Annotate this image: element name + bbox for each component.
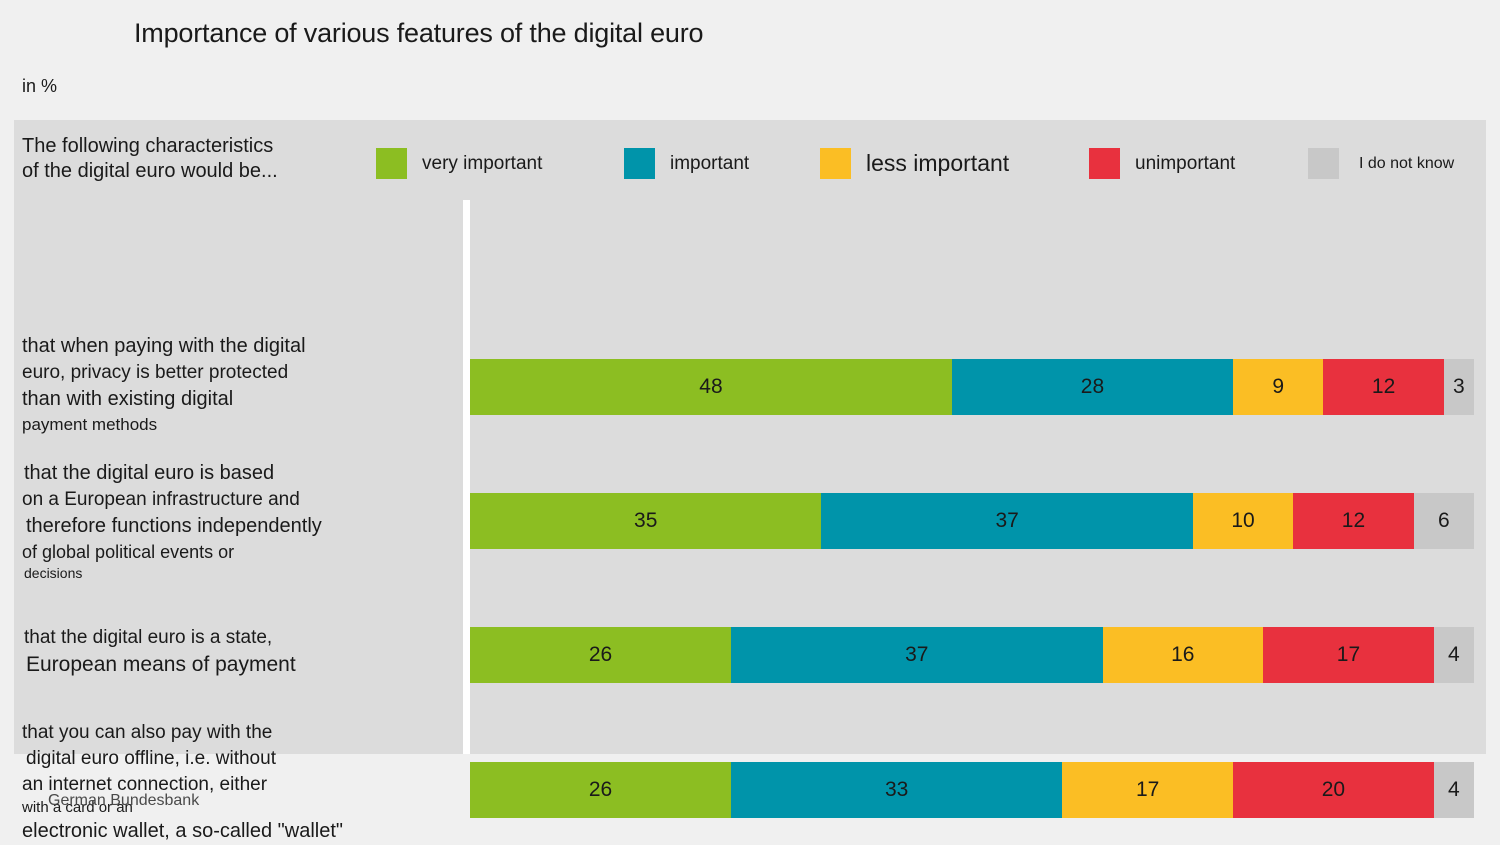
bar-segment-unimportant[interactable]: 12 (1323, 359, 1444, 415)
row-label-line: payment methods (22, 415, 158, 434)
chart-title: Importance of various features of the di… (134, 18, 704, 48)
bar-segment-less-important[interactable]: 9 (1233, 359, 1324, 415)
axis-divider (463, 200, 470, 754)
chart-legend: very important important less important … (376, 148, 1476, 188)
stacked-bar: 35 37 10 12 6 (470, 493, 1474, 549)
legend-item-important[interactable]: important (624, 148, 749, 179)
row-label: that when paying with the digital euro, p… (22, 333, 462, 436)
bar-segment-very-important[interactable]: 26 (470, 762, 732, 818)
legend-label-very-important: very important (422, 152, 543, 174)
row-label-line: that when paying with the digital (22, 335, 306, 357)
bar-segment-unimportant[interactable]: 20 (1233, 762, 1434, 818)
row-label: that the digital euro is a state, Europea… (22, 625, 462, 679)
legend-swatch-less-important (820, 148, 851, 179)
bar-segment-i-do-not-know[interactable]: 6 (1413, 493, 1474, 549)
legend-swatch-unimportant (1089, 148, 1120, 179)
row-label-line: electronic wallet, a so-called "wallet" (22, 820, 344, 842)
bar-segment-important[interactable]: 33 (731, 762, 1063, 818)
bar-segment-i-do-not-know[interactable]: 3 (1443, 359, 1474, 415)
stacked-bar: 26 37 16 17 4 (470, 627, 1474, 683)
bar-segment-less-important[interactable]: 10 (1192, 493, 1294, 549)
bar-segment-less-important[interactable]: 16 (1102, 627, 1264, 683)
legend-swatch-do-not-know (1308, 148, 1339, 179)
bar-segment-unimportant[interactable]: 17 (1263, 627, 1434, 683)
bar-segment-important[interactable]: 28 (951, 359, 1234, 415)
bar-segment-important[interactable]: 37 (821, 493, 1193, 549)
legend-item-do-not-know[interactable]: I do not know (1308, 148, 1454, 179)
bar-segment-i-do-not-know[interactable]: 4 (1433, 627, 1474, 683)
legend-label-important: important (670, 152, 750, 174)
stacked-bar: 48 28 9 12 3 (470, 359, 1474, 415)
row-label-line: euro, privacy is better protected (22, 362, 289, 383)
bar-segment-very-important[interactable]: 26 (470, 627, 732, 683)
legend-label-less-important: less important (866, 150, 1010, 176)
row-label-line: that the digital euro is based (24, 462, 275, 484)
bar-segment-very-important[interactable]: 35 (470, 493, 822, 549)
row-label-line: on a European infrastructure and (22, 489, 300, 510)
legend-item-less-important[interactable]: less important (820, 148, 1009, 179)
bar-segment-very-important[interactable]: 48 (470, 359, 952, 415)
bar-segment-important[interactable]: 37 (731, 627, 1103, 683)
row-label-line: European means of payment (26, 653, 296, 676)
row-label-line: therefore functions independently (26, 515, 322, 537)
legend-intro-text: The following characteristics of the dig… (22, 135, 278, 182)
bar-segment-less-important[interactable]: 17 (1062, 762, 1234, 818)
row-label-line: that you can also pay with the (22, 722, 273, 743)
legend-item-very-important[interactable]: very important (376, 148, 542, 179)
bar-segment-unimportant[interactable]: 12 (1293, 493, 1414, 549)
chart-subtitle: in % (22, 76, 58, 96)
legend-swatch-very-important (376, 148, 407, 179)
row-label-line: decisions (24, 565, 83, 581)
row-label: that you can also pay with the digital eu… (22, 720, 462, 845)
legend-label-unimportant: unimportant (1135, 152, 1236, 174)
row-label-line: that the digital euro is a state, (24, 627, 273, 648)
chart-panel: The following characteristics of the dig… (14, 120, 1486, 842)
row-label-line: digital euro offline, i.e. without (26, 748, 276, 769)
stacked-bar: 26 33 17 20 4 (470, 762, 1474, 818)
bar-segment-i-do-not-know[interactable]: 4 (1433, 762, 1474, 818)
row-label-line: than with existing digital (22, 388, 234, 410)
legend-label-do-not-know: I do not know (1359, 154, 1455, 172)
row-label-line: of global political events or (22, 542, 235, 562)
legend-swatch-important (624, 148, 655, 179)
row-label: that the digital euro is based on a Europ… (22, 460, 462, 583)
legend-item-unimportant[interactable]: unimportant (1089, 148, 1235, 179)
source-footer: German Bundesbank (48, 792, 200, 809)
